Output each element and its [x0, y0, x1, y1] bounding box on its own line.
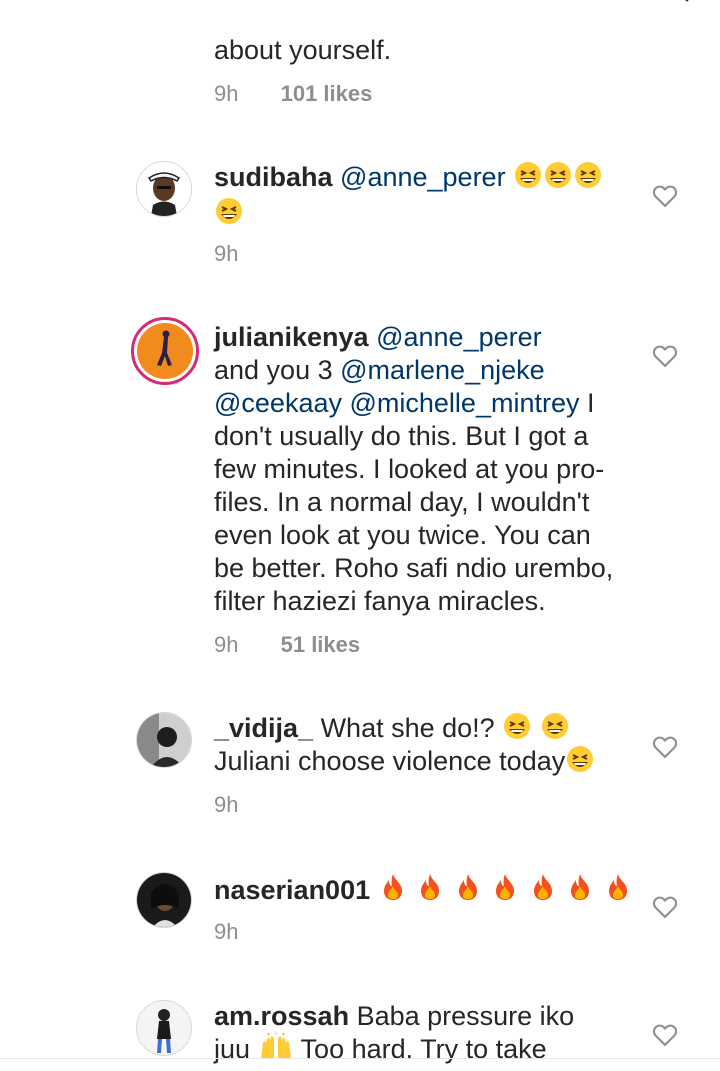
fire-icon	[453, 872, 483, 910]
heart-outline-icon[interactable]	[651, 342, 679, 370]
grinning-squinting-face-icon	[540, 712, 570, 748]
comment-text-line: don't usually do this. But I got a	[214, 421, 589, 451]
avatar[interactable]	[136, 161, 192, 217]
comment-text-fragment: I	[579, 388, 595, 418]
comment-text-line: even look at you twice. You can	[214, 520, 591, 550]
avatar-image	[137, 713, 191, 767]
comment-meta: 9h 101 likes	[214, 81, 372, 107]
comment-time: 9h	[214, 241, 239, 266]
likes-count[interactable]: 51 likes	[281, 632, 361, 657]
fire-icon	[565, 872, 595, 910]
comment-text: sudibaha @anne_perer	[214, 161, 603, 197]
comment-text: _vidija_ What she do!?	[214, 712, 570, 748]
comment-text-line: and you 3 @marlene_njeke	[214, 354, 545, 387]
comment-text: julianikenya @anne_perer	[214, 321, 542, 354]
mention-link[interactable]: @michelle_mintrey	[350, 388, 580, 418]
comment-text-line: Juliani choose violence today	[214, 745, 595, 781]
grinning-squinting-face-icon	[565, 745, 595, 781]
heart-outline-icon[interactable]	[651, 1021, 679, 1049]
comment-meta: 9h 51 likes	[214, 632, 360, 658]
comment-time: 9h	[214, 792, 239, 817]
comment-text: am.rossah Baba pressure iko	[214, 1000, 574, 1033]
username[interactable]: _vidija_	[214, 713, 313, 743]
fire-icon	[528, 872, 558, 910]
heart-outline-icon[interactable]	[651, 182, 679, 210]
comment-text: about yourself.	[214, 35, 392, 65]
fire-icon	[415, 872, 445, 910]
avatar-image	[137, 162, 191, 216]
grinning-squinting-face-icon	[573, 161, 603, 197]
chevron-down-icon[interactable]	[678, 0, 696, 4]
fire-icon	[378, 872, 408, 910]
mention-link[interactable]: @marlene_njeke	[340, 355, 545, 385]
avatar-image	[137, 1001, 191, 1055]
grinning-squinting-face-icon	[502, 712, 532, 748]
avatar[interactable]	[136, 1000, 192, 1056]
comment-text-fragment: juu	[214, 1034, 251, 1064]
comment-time: 9h	[214, 81, 239, 106]
mention-link[interactable]: @ceekaay	[214, 388, 342, 418]
username[interactable]: sudibaha	[214, 162, 333, 192]
fire-icon	[603, 872, 633, 910]
comment-time: 9h	[214, 919, 239, 944]
comment-text-line: be better. Roho safi ndio urembo,	[214, 553, 614, 583]
username[interactable]: am.rossah	[214, 1001, 349, 1031]
mention-link[interactable]: @anne_perer	[340, 162, 506, 192]
raising-hands-icon	[258, 1032, 294, 1069]
grinning-squinting-face-icon	[214, 197, 244, 230]
comment-text-fragment: What she do!?	[313, 713, 495, 743]
grinning-squinting-face-icon	[513, 161, 543, 197]
avatar-image	[137, 873, 191, 927]
avatar[interactable]	[136, 712, 192, 768]
comment-text-line: @ceekaay @michelle_mintrey I	[214, 387, 595, 420]
avatar-story-ring[interactable]	[131, 317, 199, 385]
username[interactable]: julianikenya	[214, 322, 369, 352]
comment-text-line: filter haziezi fanya miracles.	[214, 586, 546, 616]
mention-link[interactable]: @anne_perer	[376, 322, 542, 352]
bottom-divider	[0, 1058, 720, 1059]
comment-text: naserian001	[214, 872, 633, 910]
comment-text-fragment: Too hard. Try to take	[293, 1034, 547, 1064]
heart-outline-icon[interactable]	[651, 893, 679, 921]
comment-time: 9h	[214, 632, 239, 657]
heart-outline-icon[interactable]	[651, 733, 679, 761]
comment-text-line: files. In a normal day, I wouldn't	[214, 487, 590, 517]
comment-text-line: juu Too hard. Try to take	[214, 1032, 547, 1069]
likes-count[interactable]: 101 likes	[281, 81, 373, 106]
fire-emoji-row	[378, 874, 633, 905]
grinning-squinting-face-icon	[543, 161, 573, 197]
comment-text-line: few minutes. I looked at you pro-	[214, 454, 605, 484]
fire-icon	[490, 872, 520, 910]
comment-text-fragment: Baba pressure iko	[349, 1001, 575, 1031]
comment-text-fragment: Juliani choose violence today	[214, 746, 566, 776]
avatar[interactable]	[136, 872, 192, 928]
avatar-image	[137, 323, 193, 379]
comment-text-fragment: and you 3	[214, 355, 341, 385]
username[interactable]: naserian001	[214, 875, 370, 905]
